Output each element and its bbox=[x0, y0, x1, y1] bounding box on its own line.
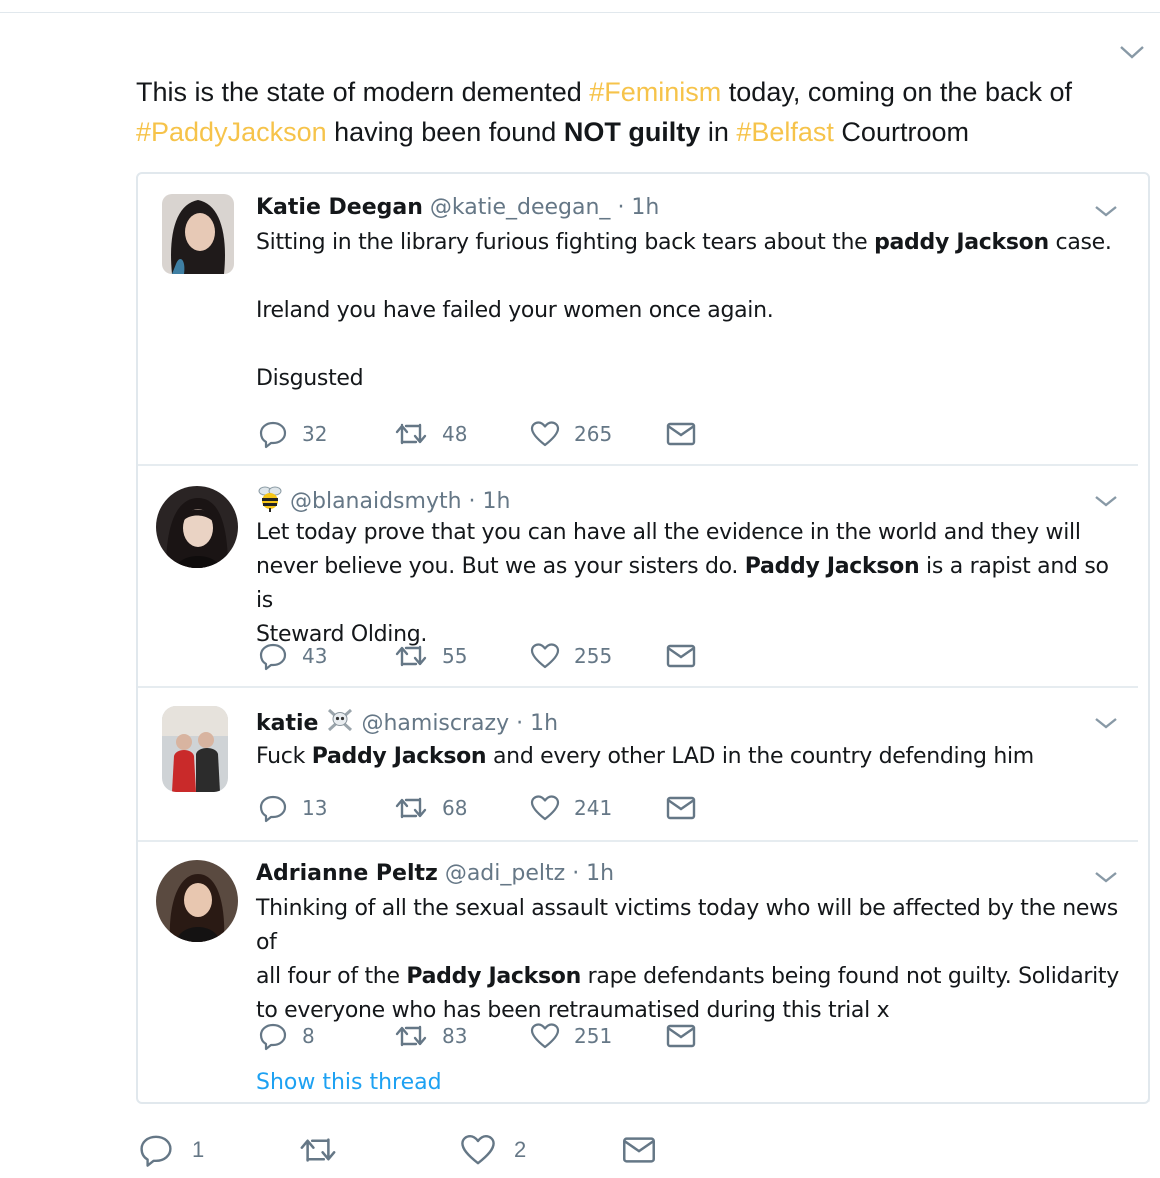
avatar[interactable] bbox=[162, 706, 228, 792]
like-button[interactable]: 251 bbox=[530, 1020, 612, 1052]
user-handle[interactable]: @hamiscrazy bbox=[361, 711, 509, 736]
show-thread-link[interactable]: Show this thread bbox=[256, 1070, 442, 1095]
top-divider bbox=[0, 12, 1160, 13]
message-button[interactable] bbox=[666, 640, 696, 672]
tweet-actions: 1 2 bbox=[138, 1130, 678, 1170]
reply-button[interactable]: 1 bbox=[138, 1130, 204, 1170]
retweet-button[interactable]: 55 bbox=[394, 640, 467, 672]
tweet-header: Katie Deegan @katie_deegan_ · 1h bbox=[256, 194, 659, 222]
retweet-button[interactable] bbox=[298, 1130, 356, 1170]
retweet-icon bbox=[395, 645, 427, 667]
reply-button[interactable]: 43 bbox=[258, 640, 327, 672]
envelope-icon bbox=[666, 422, 696, 446]
user-handle[interactable]: @blanaidsmyth bbox=[290, 489, 462, 514]
heart-icon bbox=[530, 795, 560, 821]
message-button[interactable] bbox=[666, 418, 696, 450]
embedded-moment-card[interactable]: Katie Deegan @katie_deegan_ · 1h Sitting… bbox=[136, 172, 1150, 1104]
reply-icon bbox=[259, 795, 287, 823]
embedded-tweet[interactable]: @blanaidsmyth · 1h Let today prove that … bbox=[138, 466, 1138, 686]
embedded-tweet[interactable]: Adrianne Peltz @adi_peltz · 1h Thinking … bbox=[138, 842, 1138, 1102]
user-name[interactable]: Adrianne Peltz bbox=[256, 861, 438, 886]
chevron-down-icon[interactable] bbox=[1093, 712, 1119, 734]
heart-icon bbox=[530, 1023, 560, 1049]
tweet-actions: 8 83 251 bbox=[256, 1020, 716, 1052]
like-button[interactable]: 255 bbox=[530, 640, 612, 672]
tweet-header: katie @hamiscrazy · 1h bbox=[256, 706, 558, 742]
hashtag-link[interactable]: #PaddyJackson bbox=[136, 117, 327, 147]
retweet-icon bbox=[300, 1138, 336, 1162]
like-button[interactable]: 265 bbox=[530, 418, 612, 450]
tweet-actions: 43 55 255 bbox=[256, 640, 716, 672]
heart-icon bbox=[530, 421, 560, 447]
chevron-down-icon[interactable] bbox=[1093, 490, 1119, 512]
chevron-down-icon[interactable] bbox=[1093, 200, 1119, 222]
timestamp[interactable]: · 1h bbox=[469, 489, 511, 514]
envelope-icon bbox=[666, 796, 696, 820]
timestamp[interactable]: · 1h bbox=[516, 711, 558, 736]
envelope-icon bbox=[666, 644, 696, 668]
tweet-actions: 13 68 241 bbox=[256, 792, 716, 824]
user-handle[interactable]: @katie_deegan_ bbox=[430, 195, 611, 220]
tweet-header: Adrianne Peltz @adi_peltz · 1h bbox=[256, 860, 614, 888]
reply-button[interactable]: 8 bbox=[258, 1020, 315, 1052]
envelope-icon bbox=[666, 1024, 696, 1048]
reply-icon bbox=[259, 421, 287, 449]
reply-icon bbox=[140, 1135, 172, 1167]
skull-crossbones-icon bbox=[325, 706, 355, 742]
envelope-icon bbox=[623, 1137, 655, 1163]
user-name[interactable]: katie bbox=[256, 711, 318, 736]
chevron-down-icon[interactable] bbox=[1093, 866, 1119, 888]
retweet-icon bbox=[395, 797, 427, 819]
embedded-tweet[interactable]: katie @hamiscrazy · 1h Fuck Paddy Jackso… bbox=[138, 688, 1138, 840]
tweet-actions: 32 48 265 bbox=[256, 418, 716, 450]
retweet-icon bbox=[395, 1025, 427, 1047]
avatar[interactable] bbox=[162, 194, 234, 274]
like-button[interactable]: 2 bbox=[460, 1130, 526, 1170]
retweet-button[interactable]: 83 bbox=[394, 1020, 467, 1052]
tweet-body: Thinking of all the sexual assault victi… bbox=[256, 896, 1119, 1023]
user-handle[interactable]: @adi_peltz bbox=[445, 861, 565, 886]
reply-button[interactable]: 13 bbox=[258, 792, 327, 824]
like-button[interactable]: 241 bbox=[530, 792, 612, 824]
bee-icon bbox=[256, 484, 284, 520]
avatar[interactable] bbox=[156, 486, 238, 568]
message-button[interactable] bbox=[666, 792, 696, 824]
reply-button[interactable]: 32 bbox=[258, 418, 327, 450]
tweet-header: @blanaidsmyth · 1h bbox=[256, 484, 510, 520]
heart-icon bbox=[530, 643, 560, 669]
timestamp[interactable]: · 1h bbox=[572, 861, 614, 886]
timestamp[interactable]: · 1h bbox=[617, 195, 659, 220]
tweet-text: This is the state of modern demented #Fe… bbox=[136, 77, 1072, 147]
avatar[interactable] bbox=[156, 860, 238, 942]
embedded-tweet[interactable]: Katie Deegan @katie_deegan_ · 1h Sitting… bbox=[138, 174, 1138, 464]
tweet-body: Fuck Paddy Jackson and every other LAD i… bbox=[256, 744, 1034, 769]
user-name[interactable]: Katie Deegan bbox=[256, 195, 423, 220]
chevron-down-icon[interactable] bbox=[1118, 40, 1146, 64]
retweet-button[interactable]: 48 bbox=[394, 418, 467, 450]
reply-icon bbox=[259, 643, 287, 671]
retweet-button[interactable]: 68 bbox=[394, 792, 467, 824]
reply-icon bbox=[259, 1023, 287, 1051]
tweet-body: Let today prove that you can have all th… bbox=[256, 520, 1109, 647]
message-button[interactable] bbox=[666, 1020, 696, 1052]
tweet-body: Sitting in the library furious fighting … bbox=[256, 230, 1112, 391]
hashtag-link[interactable]: #Feminism bbox=[589, 77, 721, 107]
message-button[interactable] bbox=[622, 1130, 656, 1170]
hashtag-link[interactable]: #Belfast bbox=[736, 117, 834, 147]
retweet-icon bbox=[395, 423, 427, 445]
heart-icon bbox=[461, 1135, 495, 1165]
